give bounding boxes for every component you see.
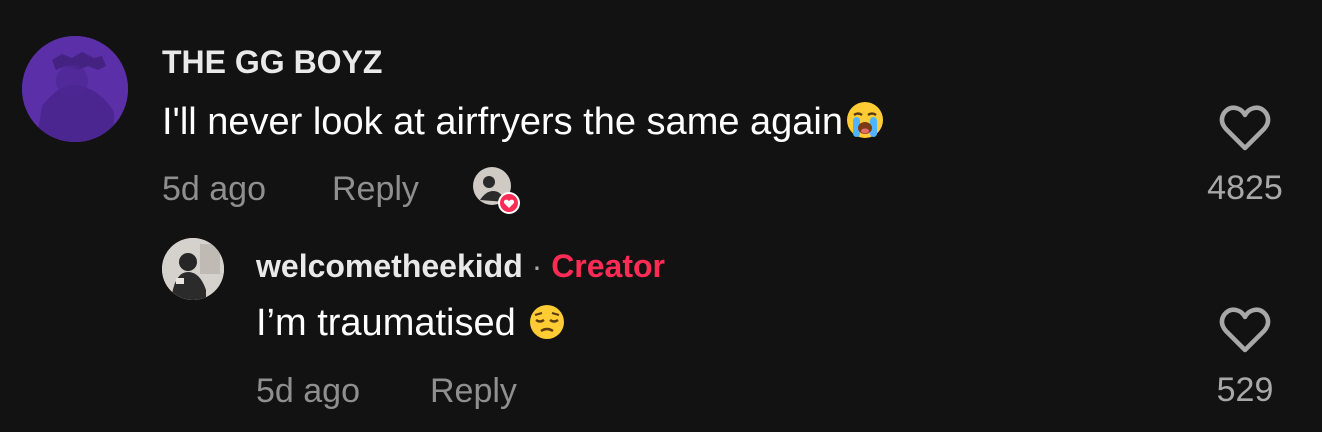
reply-username-row: welcometheekidd · Creator <box>256 248 665 285</box>
reply-text: I’m traumatised <box>256 302 566 351</box>
heart-outline-icon <box>1219 307 1271 353</box>
like-button[interactable]: 4825 <box>1200 104 1290 208</box>
comment-text-content: I'll never look at airfryers the same ag… <box>162 101 844 143</box>
comment-text: I'll never look at airfryers the same ag… <box>162 100 885 150</box>
comment-timestamp: 5d ago <box>162 170 266 208</box>
loudly-crying-face-icon <box>845 100 885 150</box>
reply-like-count: 529 <box>1216 371 1274 409</box>
creator-liked-indicator <box>472 166 520 214</box>
creator-badge: Creator <box>551 248 665 284</box>
reply-button[interactable]: Reply <box>332 170 419 209</box>
avatar[interactable] <box>22 36 128 142</box>
reply-username[interactable]: welcometheekidd <box>256 248 523 284</box>
reply-item: welcometheekidd · Creator I’m traumatise… <box>0 230 1322 432</box>
like-count: 4825 <box>1207 169 1283 207</box>
reply-like-button[interactable]: 529 <box>1200 306 1290 410</box>
heart-outline-icon <box>1219 105 1271 151</box>
separator-dot: · <box>531 248 543 284</box>
reply-text-content: I’m traumatised <box>256 302 516 344</box>
creator-avatar-small-icon <box>473 167 520 214</box>
pensive-face-icon <box>528 303 566 351</box>
reply-avatar[interactable] <box>162 238 224 300</box>
reply-timestamp: 5d ago <box>256 372 360 410</box>
comment-item: THE GG BOYZ I'll never look at airfryers… <box>0 0 1322 230</box>
avatar-image <box>162 238 224 300</box>
reply-reply-button[interactable]: Reply <box>430 372 517 411</box>
comment-username[interactable]: THE GG BOYZ <box>162 44 382 81</box>
avatar-image <box>22 36 128 142</box>
